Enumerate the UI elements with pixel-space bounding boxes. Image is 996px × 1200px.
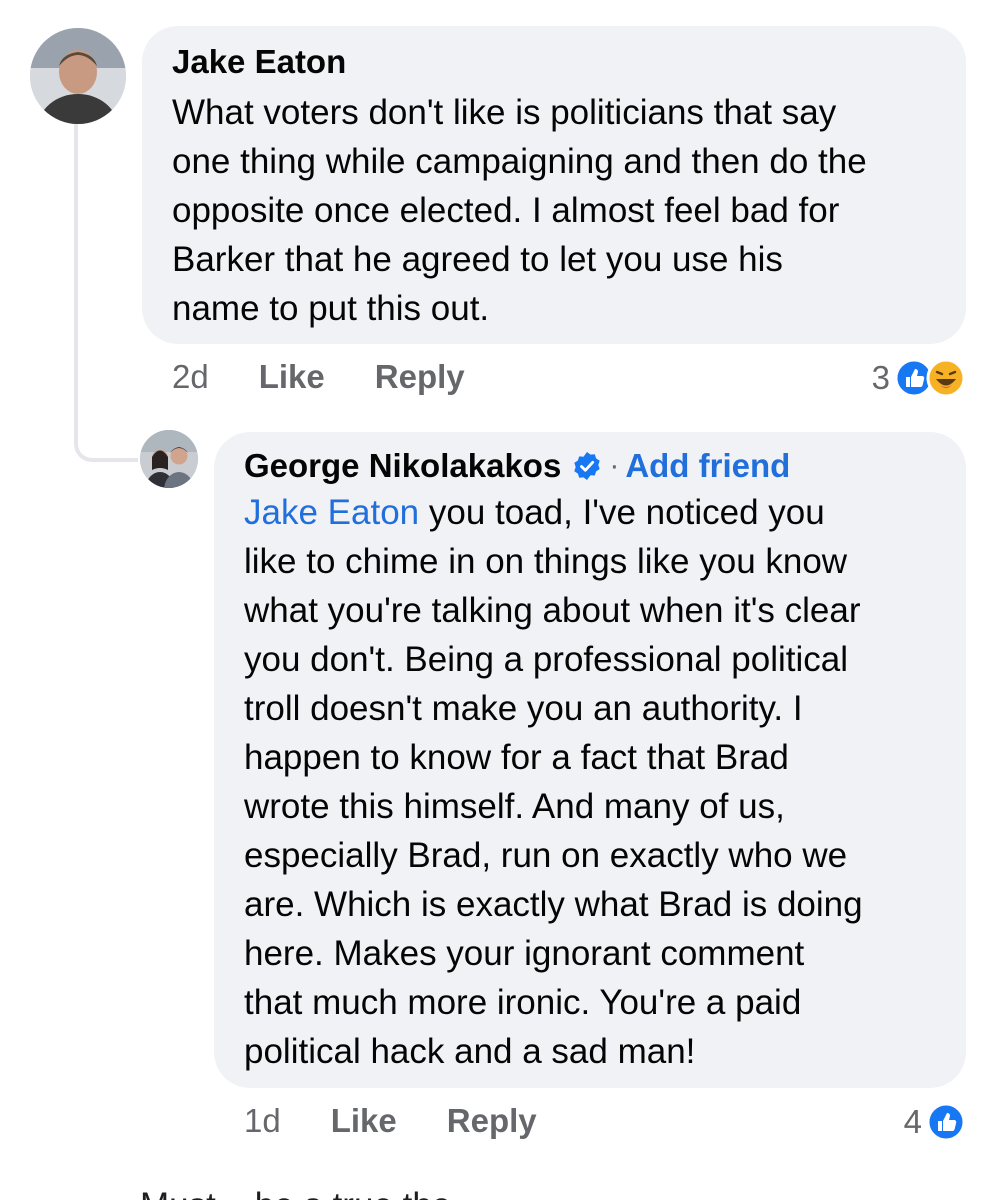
comment-text: What voters don't like is politicians th… — [172, 93, 867, 328]
haha-icon — [926, 358, 966, 398]
comment-timestamp[interactable]: 1d — [244, 1102, 281, 1140]
thread-connector-line — [74, 122, 138, 462]
comment-text-body: you toad, I've noticed you like to chime… — [244, 493, 863, 1071]
reaction-count: 3 — [871, 359, 890, 396]
add-friend-link[interactable]: Add friend — [625, 446, 790, 486]
reaction-count: 4 — [903, 1103, 922, 1140]
comment-author[interactable]: George Nikolakakos — [244, 446, 561, 486]
reply-button[interactable]: Reply — [375, 358, 465, 396]
like-icon — [926, 1102, 966, 1142]
avatar-george-nikolakakos[interactable] — [140, 430, 198, 488]
verified-badge-icon — [574, 452, 601, 480]
reply-actions: 1d Like Reply — [244, 1102, 587, 1140]
reply-header: George Nikolakakos · Add friend — [244, 446, 940, 486]
comment-author[interactable]: Jake Eaton — [172, 42, 346, 82]
reaction-summary[interactable]: 3 — [872, 358, 966, 398]
separator-dot: · — [609, 449, 620, 482]
like-button[interactable]: Like — [331, 1102, 397, 1140]
comment-timestamp[interactable]: 2d — [172, 358, 209, 396]
like-button[interactable]: Like — [259, 358, 325, 396]
reaction-summary[interactable]: 4 — [904, 1102, 966, 1142]
comment-text: Jake Eaton you toad, I've noticed you li… — [244, 488, 940, 1076]
comment-bubble: Jake Eaton What voters don't like is pol… — [142, 26, 966, 344]
reply-bubble: George Nikolakakos · Add friend Jake Eat… — [214, 432, 966, 1088]
next-comment-cutoff: Must... be a true the ... ... — [140, 1186, 529, 1200]
profile-photo-icon — [30, 28, 126, 124]
comment-actions: 2d Like Reply — [172, 358, 515, 396]
avatar-jake-eaton[interactable] — [30, 28, 126, 124]
profile-photo-icon — [140, 430, 198, 488]
mention-link[interactable]: Jake Eaton — [244, 493, 419, 532]
reply-button[interactable]: Reply — [447, 1102, 537, 1140]
